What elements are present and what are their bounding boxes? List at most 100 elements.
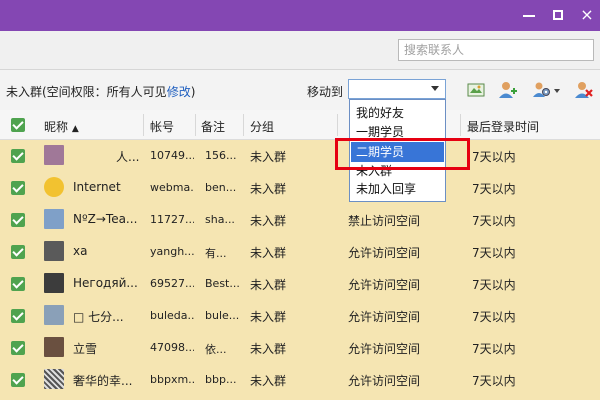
minimize-button[interactable] xyxy=(519,5,539,25)
avatar xyxy=(44,145,64,165)
column-nickname-label: 昵称 xyxy=(44,120,69,134)
column-group[interactable]: 分组 xyxy=(250,118,274,135)
highlight-annotation xyxy=(335,138,470,170)
table-row[interactable]: xa yangh... 有... 未入群 允许访问空间 7天以内 xyxy=(0,236,600,268)
group-cell: 未入群 xyxy=(250,150,287,164)
search-input[interactable] xyxy=(398,39,594,61)
row-checkbox[interactable] xyxy=(11,373,25,387)
nickname-cell: xa xyxy=(73,244,88,258)
permission-cell: 允许访问空间 xyxy=(348,342,421,356)
column-remark[interactable]: 备注 xyxy=(201,118,225,135)
row-checkbox[interactable] xyxy=(11,213,25,227)
nickname-cell: 人... xyxy=(116,150,140,164)
group-info: 未入群(空间权限：所有人可见修改) xyxy=(6,83,195,100)
remark-cell: 156... xyxy=(205,149,237,162)
close-icon: × xyxy=(580,5,594,24)
toolbar: 未入群(空间权限：所有人可见修改) 移动到 xyxy=(0,70,600,110)
permission-cell: 允许访问空间 xyxy=(348,278,421,292)
group-cell: 未入群 xyxy=(250,342,287,356)
permission-cell: 允许访问空间 xyxy=(348,246,421,260)
column-last-login[interactable]: 最后登录时间 xyxy=(467,118,539,135)
row-checkbox[interactable] xyxy=(11,341,25,355)
avatar xyxy=(44,273,64,293)
account-cell: 69527... xyxy=(150,277,194,290)
message-icon[interactable] xyxy=(466,80,486,100)
remark-cell: 有... xyxy=(205,247,227,260)
last-login-cell: 7天以内 xyxy=(472,374,516,388)
last-login-cell: 7天以内 xyxy=(472,214,516,228)
remove-user-icon[interactable] xyxy=(574,80,594,100)
column-account[interactable]: 帐号 xyxy=(150,118,174,135)
nickname-cell: NºZ→Tea... xyxy=(73,212,138,226)
nickname-cell: Негодяй... xyxy=(73,276,138,290)
minimize-icon xyxy=(523,15,535,17)
nickname-cell: Internet xyxy=(73,180,121,194)
row-checkbox[interactable] xyxy=(11,277,25,291)
nickname-cell: 奢华的幸... xyxy=(73,374,133,388)
table-row[interactable]: 立雪 47098... 依... 未入群 允许访问空间 7天以内 xyxy=(0,332,600,364)
group-cell: 未入群 xyxy=(250,214,287,228)
dropdown-option[interactable]: 我的好友 xyxy=(351,103,444,123)
account-cell: webma... xyxy=(150,181,194,194)
maximize-icon xyxy=(553,10,563,20)
group-cell: 未入群 xyxy=(250,278,287,292)
modify-link[interactable]: 修改 xyxy=(167,85,191,99)
table-row[interactable]: 奢华的幸... bbpxm... bbp... 未入群 允许访问空间 7天以内 xyxy=(0,364,600,396)
group-info-text: 未入群(空间权限：所有人可见 xyxy=(6,85,167,99)
account-cell: bbpxm... xyxy=(150,373,194,386)
dropdown-option[interactable]: 未加入回享 xyxy=(351,179,444,199)
remark-cell: sha... xyxy=(205,213,235,226)
row-checkbox[interactable] xyxy=(11,149,25,163)
avatar xyxy=(44,369,64,389)
group-cell: 未入群 xyxy=(250,310,287,324)
table-row[interactable]: NºZ→Tea... 11727... sha... 未入群 禁止访问空间 7天… xyxy=(0,204,600,236)
account-cell: 47098... xyxy=(150,341,194,354)
column-nickname[interactable]: 昵称 ▲ xyxy=(44,118,79,135)
table-header: 昵称 ▲ 帐号 备注 分组 最后登录时间 xyxy=(0,110,600,140)
table-row[interactable]: □ 七分... buleda... bule... 未入群 允许访问空间 7天以… xyxy=(0,300,600,332)
column-divider[interactable] xyxy=(337,114,338,136)
last-login-cell: 7天以内 xyxy=(472,278,516,292)
permission-cell: 禁止访问空间 xyxy=(348,214,421,228)
remark-cell: 依... xyxy=(205,343,227,356)
group-info-close: ) xyxy=(190,85,196,99)
search-bar xyxy=(0,31,600,70)
last-login-cell: 7天以内 xyxy=(472,246,516,260)
table-row[interactable]: Internet webma... ben... 未入群 7天以内 xyxy=(0,172,600,204)
nickname-cell: □ 七分... xyxy=(73,310,124,324)
group-cell: 未入群 xyxy=(250,374,287,388)
row-checkbox[interactable] xyxy=(11,181,25,195)
permission-cell: 允许访问空间 xyxy=(348,310,421,324)
remark-cell: Best... xyxy=(205,277,240,290)
add-user-icon[interactable] xyxy=(498,80,518,100)
move-to-select[interactable] xyxy=(348,79,446,99)
last-login-cell: 7天以内 xyxy=(472,182,516,196)
remark-cell: bule... xyxy=(205,309,240,322)
column-divider[interactable] xyxy=(143,114,144,136)
table-row[interactable]: 人... 10749... 156... 未入群 7天以内 xyxy=(0,140,600,172)
select-all-checkbox[interactable] xyxy=(11,118,25,132)
remark-cell: ben... xyxy=(205,181,237,194)
avatar xyxy=(44,209,64,229)
remark-cell: bbp... xyxy=(205,373,237,386)
row-checkbox[interactable] xyxy=(11,245,25,259)
avatar xyxy=(44,241,64,261)
maximize-button[interactable] xyxy=(548,5,568,25)
permission-cell: 允许访问空间 xyxy=(348,374,421,388)
avatar xyxy=(44,305,64,325)
avatar xyxy=(44,337,64,357)
manage-users-icon[interactable] xyxy=(532,80,552,100)
chevron-down-icon xyxy=(431,86,439,91)
last-login-cell: 7天以内 xyxy=(472,310,516,324)
column-divider[interactable] xyxy=(243,114,244,136)
chevron-down-icon[interactable] xyxy=(554,89,560,93)
group-cell: 未入群 xyxy=(250,246,287,260)
move-to-label: 移动到 xyxy=(307,85,344,99)
column-divider[interactable] xyxy=(195,114,196,136)
row-checkbox[interactable] xyxy=(11,309,25,323)
account-cell: yangh... xyxy=(150,245,194,258)
table-row[interactable]: Негодяй... 69527... Best... 未入群 允许访问空间 7… xyxy=(0,268,600,300)
close-button[interactable]: × xyxy=(577,5,597,25)
column-divider[interactable] xyxy=(460,114,461,136)
account-cell: buleda... xyxy=(150,309,194,322)
